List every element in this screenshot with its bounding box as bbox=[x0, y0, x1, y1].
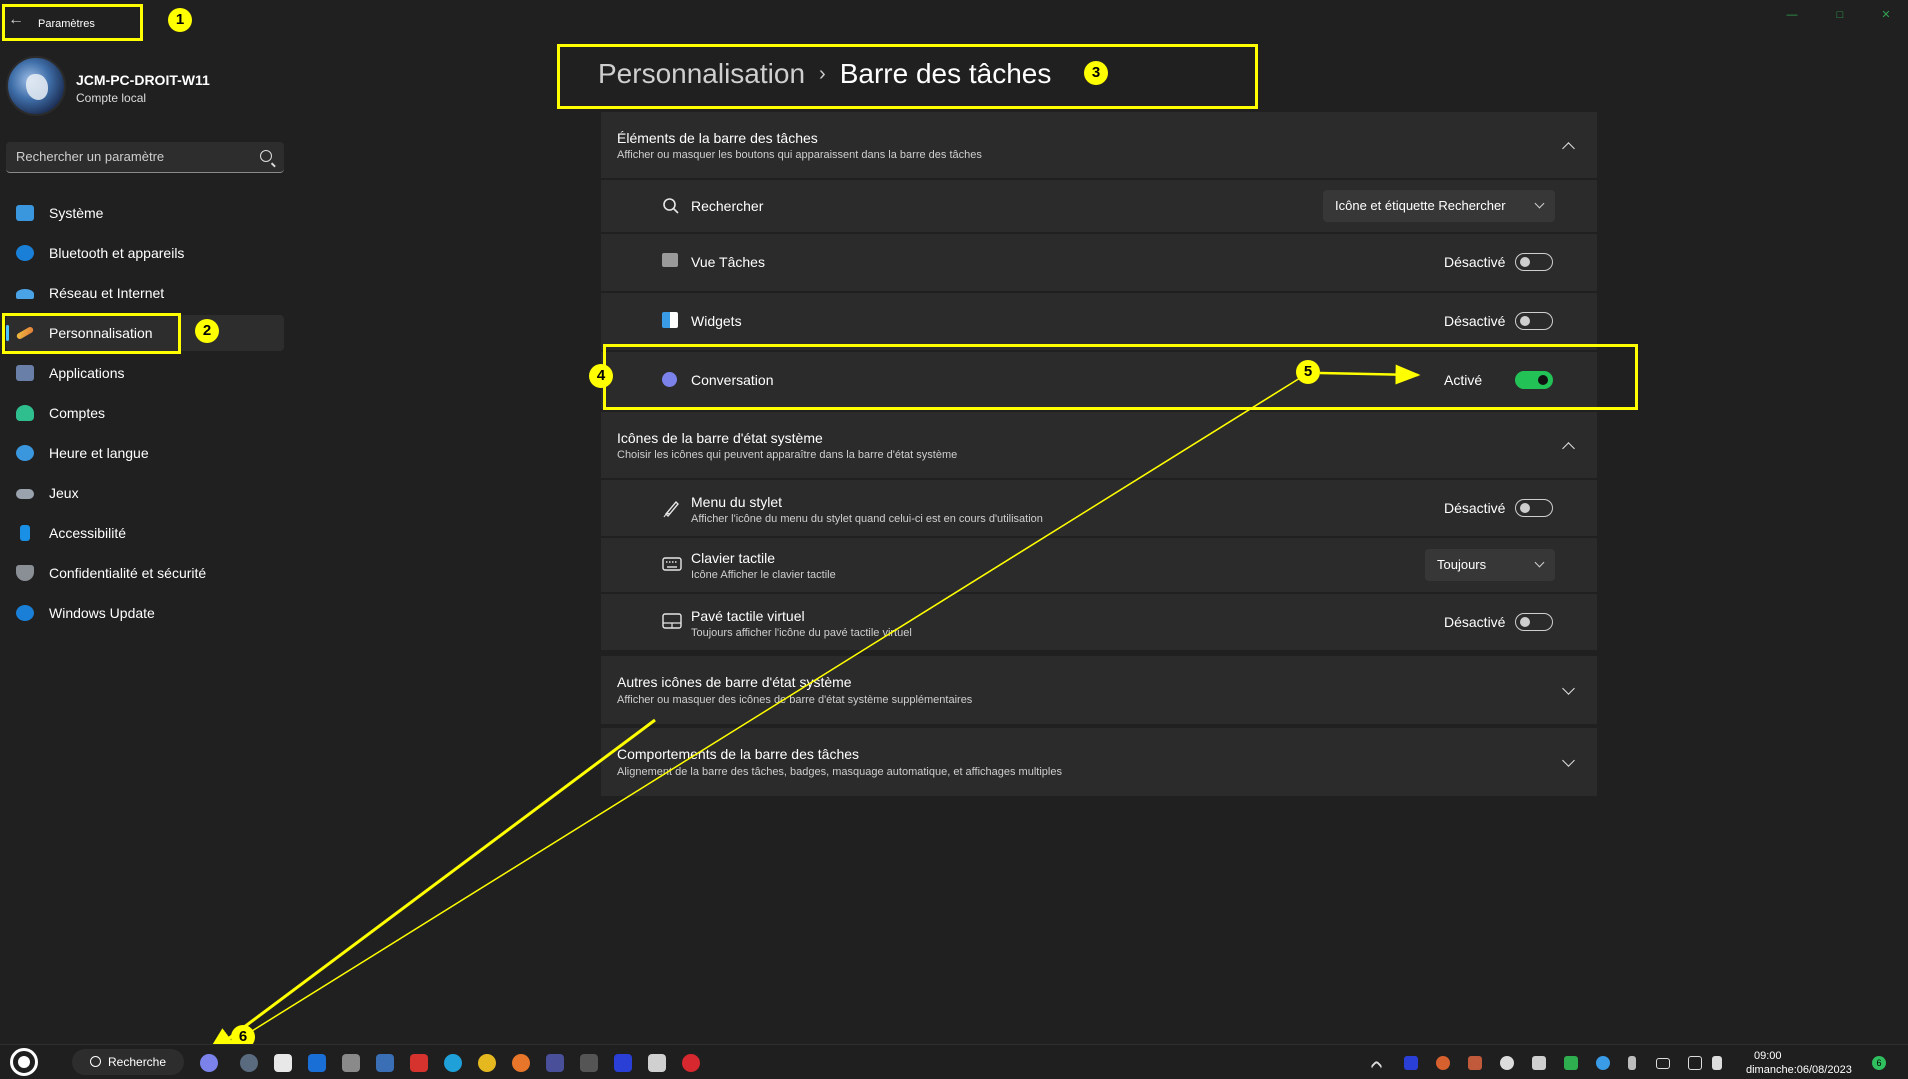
annotation-arrows bbox=[205, 364, 1421, 1056]
app-icon[interactable] bbox=[580, 1054, 598, 1072]
settings-gear-icon[interactable] bbox=[240, 1054, 258, 1072]
bluetooth-icon[interactable] bbox=[1596, 1056, 1610, 1070]
edge-icon[interactable] bbox=[444, 1054, 462, 1072]
usb-icon[interactable] bbox=[1628, 1056, 1636, 1070]
clock-date[interactable]: dimanche:06/08/2023 bbox=[1746, 1064, 1852, 1076]
annotation-arrow-5 bbox=[1319, 364, 1421, 385]
app-icon[interactable] bbox=[342, 1054, 360, 1072]
store-icon[interactable] bbox=[274, 1054, 292, 1072]
clock-time[interactable]: 09:00 bbox=[1754, 1050, 1782, 1062]
annotation-badge-5: 5 bbox=[1296, 360, 1320, 384]
security-icon[interactable] bbox=[1564, 1056, 1578, 1070]
annotation-link-line bbox=[214, 377, 1301, 1055]
app-icon[interactable] bbox=[614, 1054, 632, 1072]
app-icon[interactable] bbox=[648, 1054, 666, 1072]
tray-app-icon[interactable] bbox=[1532, 1056, 1546, 1070]
start-dot-icon bbox=[18, 1056, 30, 1068]
search-icon bbox=[90, 1056, 101, 1067]
start-button[interactable] bbox=[2, 1046, 52, 1076]
app-icon[interactable] bbox=[308, 1054, 326, 1072]
tray-app-icon[interactable] bbox=[1404, 1056, 1418, 1070]
tray-app-icon[interactable] bbox=[1468, 1056, 1482, 1070]
taskbar-search-label: Recherche bbox=[108, 1055, 167, 1069]
chrome-icon[interactable] bbox=[478, 1054, 496, 1072]
tray-app-icon[interactable] bbox=[1436, 1056, 1450, 1070]
app-icon[interactable] bbox=[376, 1054, 394, 1072]
annotation-arrow-6 bbox=[205, 718, 656, 1056]
app-icon[interactable] bbox=[546, 1054, 564, 1072]
app-icon[interactable] bbox=[410, 1054, 428, 1072]
opera-icon[interactable] bbox=[682, 1054, 700, 1072]
keyboard-icon[interactable] bbox=[1656, 1058, 1670, 1069]
notification-badge[interactable]: 6 bbox=[1872, 1056, 1886, 1070]
taskbar-search-button[interactable]: Recherche bbox=[72, 1049, 184, 1075]
volume-icon[interactable] bbox=[1712, 1056, 1722, 1070]
teams-chat-icon[interactable] bbox=[200, 1054, 218, 1072]
tray-app-icon[interactable] bbox=[1500, 1056, 1514, 1070]
network-icon[interactable] bbox=[1688, 1056, 1702, 1070]
firefox-icon[interactable] bbox=[512, 1054, 530, 1072]
